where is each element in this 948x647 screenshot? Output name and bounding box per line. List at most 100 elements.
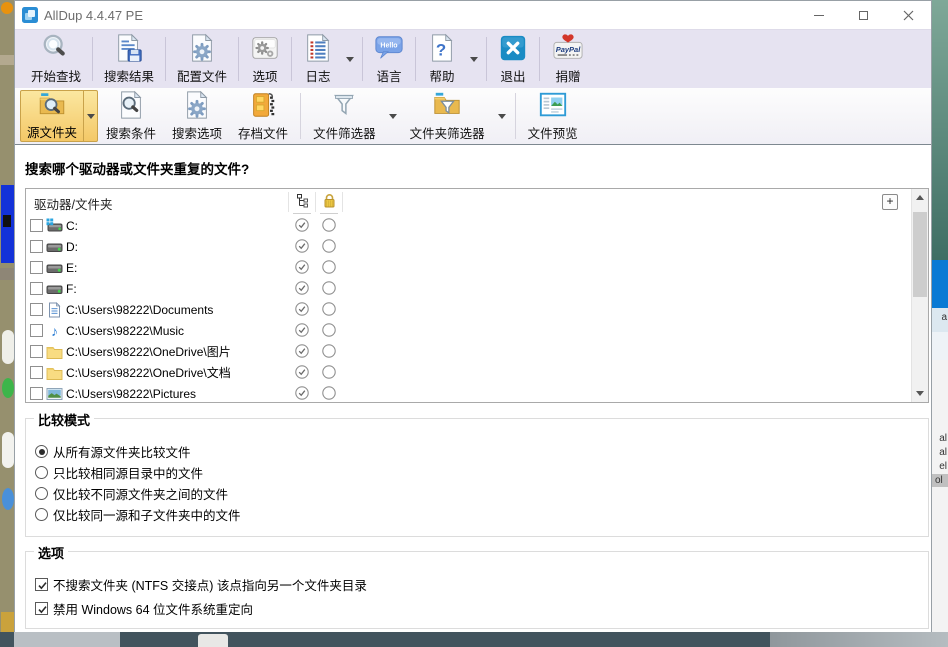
recurse-subfolders-icon[interactable] <box>296 194 309 208</box>
help-dropdown-arrow-icon[interactable] <box>470 57 478 62</box>
close-button[interactable] <box>886 1 931 29</box>
vertical-scrollbar[interactable] <box>911 189 928 402</box>
recurse-enabled-icon[interactable] <box>295 323 309 337</box>
recurse-enabled-icon[interactable] <box>295 365 309 379</box>
recurse-enabled-icon[interactable] <box>295 281 309 295</box>
source-folders-tab-selected[interactable]: 源文件夹 <box>20 90 98 142</box>
log-doc-icon <box>303 33 333 63</box>
add-folder-button[interactable]: + <box>882 194 898 210</box>
group-legend: 比较模式 <box>34 410 94 429</box>
option-label: 从所有源文件夹比较文件 <box>53 442 191 461</box>
option-checkbox-row[interactable]: 不搜索文件夹 (NTFS 交接点) 该点指向另一个文件夹目录 <box>35 574 367 595</box>
compare-option[interactable]: 从所有源文件夹比较文件 <box>35 441 191 462</box>
compare-option[interactable]: 只比较相同源目录中的文件 <box>35 462 203 483</box>
exit-button[interactable]: 退出 <box>490 32 536 86</box>
radio-icon[interactable] <box>35 508 48 521</box>
archive-icon <box>248 90 278 120</box>
folder-row[interactable]: C:\Users\98222\OneDrive\图片 <box>26 341 906 362</box>
lock-icon[interactable] <box>323 193 336 208</box>
start-search-button[interactable]: 开始查找 <box>23 32 89 86</box>
protect-disabled-icon[interactable] <box>322 323 336 337</box>
file-filter-tab[interactable]: 文件筛选器 <box>305 89 384 143</box>
row-checkbox[interactable] <box>30 303 43 316</box>
protect-disabled-icon[interactable] <box>322 218 336 232</box>
protect-disabled-icon[interactable] <box>322 260 336 274</box>
radio-icon[interactable] <box>35 466 48 479</box>
desktop-icon-fragment <box>0 55 14 65</box>
help-button[interactable]: ? 帮助 <box>419 32 465 86</box>
row-checkbox[interactable] <box>30 219 43 232</box>
row-checkbox[interactable] <box>30 240 43 253</box>
protect-disabled-icon[interactable] <box>322 365 336 379</box>
folder-row[interactable]: ♪ C:\Users\98222\Music <box>26 320 906 341</box>
folder-row[interactable]: C:\Users\98222\OneDrive\文档 <box>26 362 906 383</box>
file-filter-dropdown-arrow-icon[interactable] <box>389 114 397 119</box>
toolbar-separator <box>515 93 516 139</box>
checkbox-checked-icon[interactable] <box>35 602 48 615</box>
folder-filter-dropdown-arrow-icon[interactable] <box>498 114 506 119</box>
scrollbar-thumb[interactable] <box>913 212 927 297</box>
search-start-icon <box>41 33 71 63</box>
row-checkbox[interactable] <box>30 387 43 400</box>
column-header-folders[interactable]: 驱动器/文件夹 <box>34 194 112 213</box>
scroll-up-icon[interactable] <box>916 195 924 200</box>
compare-option[interactable]: 仅比较同一源和子文件夹中的文件 <box>35 504 241 525</box>
row-checkbox[interactable] <box>30 324 43 337</box>
close-icon <box>903 10 914 21</box>
source-folder-table: 驱动器/文件夹 <box>25 188 929 403</box>
protect-disabled-icon[interactable] <box>322 344 336 358</box>
main-toolbar: 开始查找 搜索结果 配置文件 <box>15 29 931 88</box>
protect-disabled-icon[interactable] <box>322 239 336 253</box>
language-button[interactable]: Hello 语言 <box>366 32 412 86</box>
row-checkbox[interactable] <box>30 366 43 379</box>
row-checkbox[interactable] <box>30 282 43 295</box>
source-folder-icon <box>37 91 67 120</box>
recurse-enabled-icon[interactable] <box>295 302 309 316</box>
protect-disabled-icon[interactable] <box>322 302 336 316</box>
folder-filter-tab[interactable]: 文件夹筛选器 <box>402 89 493 143</box>
option-checkbox-row[interactable]: 禁用 Windows 64 位文件系统重定向 <box>35 598 253 619</box>
folder-row[interactable]: E: <box>26 257 906 278</box>
protect-disabled-icon[interactable] <box>322 281 336 295</box>
toolbar-separator <box>300 93 301 139</box>
folder-row[interactable]: C:\Users\98222\Pictures <box>26 383 906 403</box>
recurse-enabled-icon[interactable] <box>295 239 309 253</box>
radio-selected-icon[interactable] <box>35 445 48 458</box>
maximize-button[interactable] <box>841 1 886 29</box>
desktop-icon-fragment <box>2 378 14 398</box>
radio-icon[interactable] <box>35 487 48 500</box>
source-folders-dropdown-arrow-icon[interactable] <box>83 91 97 141</box>
search-options-tab[interactable]: 搜索选项 <box>164 89 230 143</box>
recurse-enabled-icon[interactable] <box>295 218 309 232</box>
picture-icon <box>46 386 63 402</box>
row-checkbox[interactable] <box>30 261 43 274</box>
folder-row[interactable]: D: <box>26 236 906 257</box>
compare-option[interactable]: 仅比较不同源文件夹之间的文件 <box>35 483 228 504</box>
recurse-enabled-icon[interactable] <box>295 386 309 400</box>
checkbox-checked-icon[interactable] <box>35 578 48 591</box>
log-button[interactable]: 日志 <box>295 32 341 86</box>
folder-path: F: <box>66 282 77 296</box>
bg-text-fragment: al <box>939 446 947 459</box>
minimize-button[interactable] <box>796 1 841 29</box>
folder-row[interactable]: C:\Users\98222\Documents <box>26 299 906 320</box>
search-criteria-tab[interactable]: 搜索条件 <box>98 89 164 143</box>
archive-files-tab[interactable]: 存档文件 <box>230 89 296 143</box>
folder-row[interactable]: C: <box>26 215 906 236</box>
file-preview-tab[interactable]: 文件预览 <box>520 89 586 143</box>
recurse-enabled-icon[interactable] <box>295 344 309 358</box>
log-dropdown-arrow-icon[interactable] <box>346 57 354 62</box>
drive-icon <box>46 239 63 255</box>
scroll-down-icon[interactable] <box>916 391 924 396</box>
recurse-enabled-icon[interactable] <box>295 260 309 274</box>
donate-button[interactable]: PayPal 捐赠 <box>543 32 593 86</box>
svg-text:Hello: Hello <box>380 43 398 50</box>
folder-row[interactable]: F: <box>26 278 906 299</box>
search-results-button[interactable]: 搜索结果 <box>96 32 162 86</box>
desktop-icon-fragment <box>0 268 14 280</box>
protect-disabled-icon[interactable] <box>322 386 336 400</box>
profiles-button[interactable]: 配置文件 <box>169 32 235 86</box>
row-checkbox[interactable] <box>30 345 43 358</box>
options-button[interactable]: 选项 <box>242 32 288 86</box>
toolbar-separator <box>539 37 540 81</box>
